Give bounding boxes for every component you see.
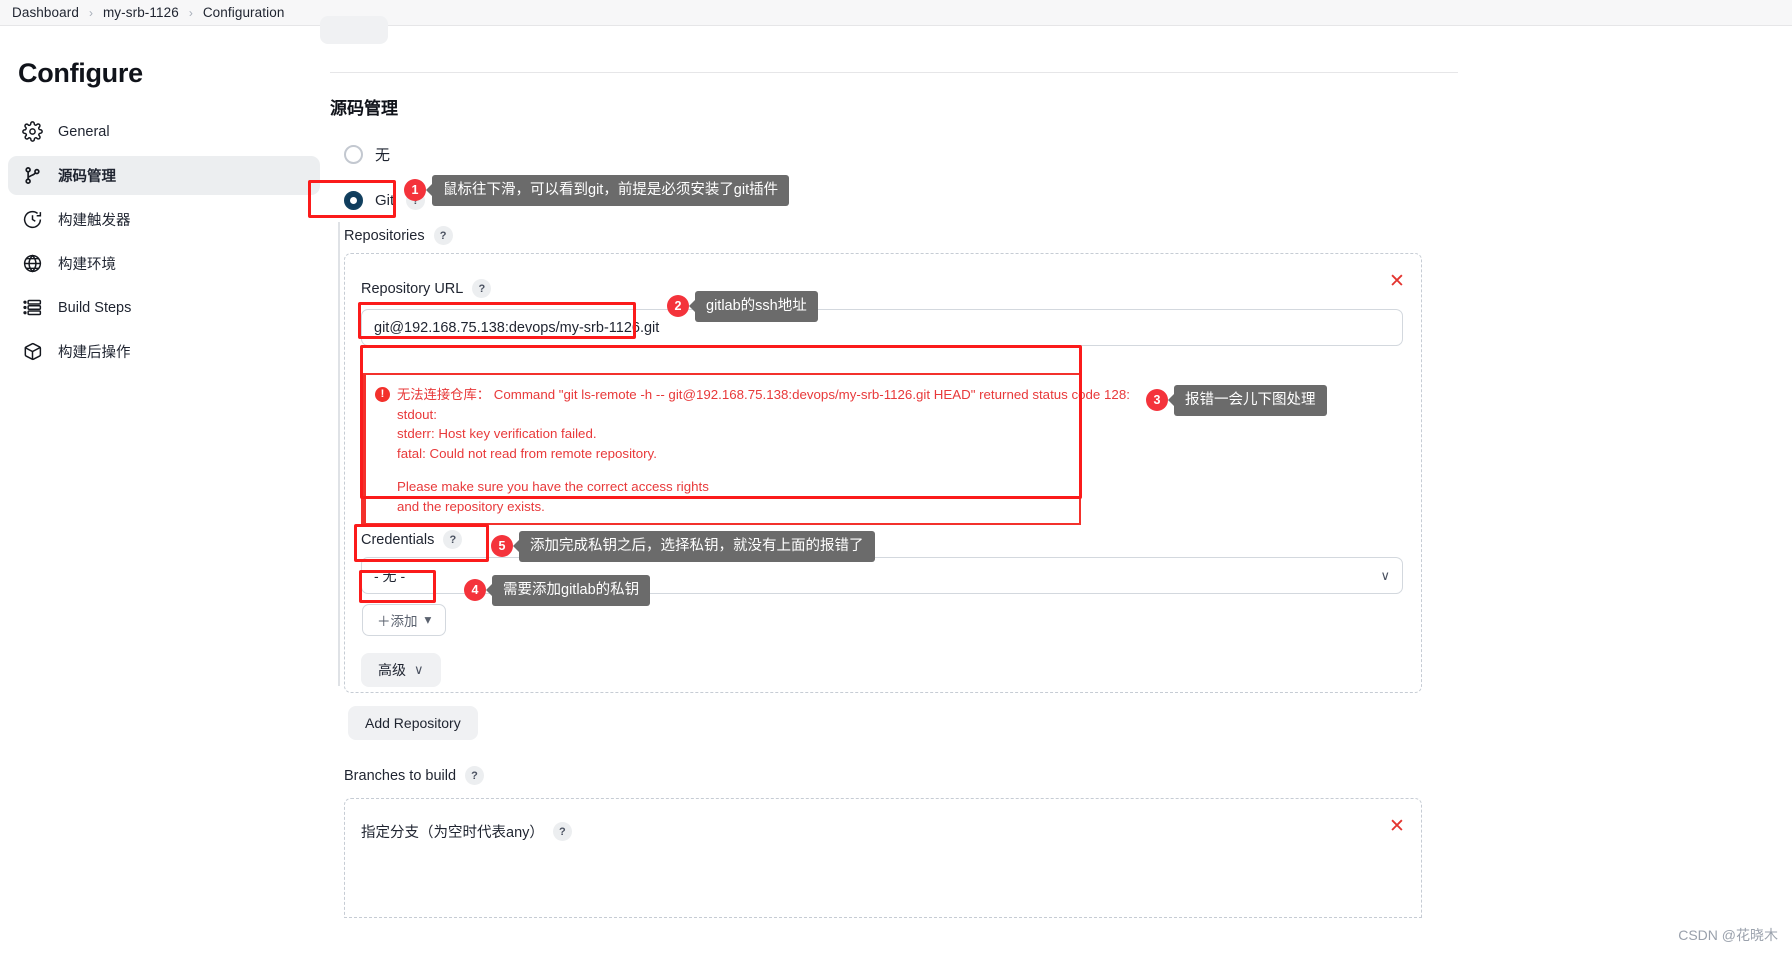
annotation-4: 4 需要添加gitlab的私钥 (464, 575, 651, 606)
add-credentials-label: ＋添加 (377, 614, 418, 629)
repository-error-box: ! 无法连接仓库： Command "git ls-remote -h -- g… (361, 373, 1130, 525)
branches-label-row: Branches to build ? (344, 766, 485, 785)
branch-spec-label: 指定分支（为空时代表any） (361, 825, 544, 841)
breadcrumb-item-dashboard[interactable]: Dashboard (12, 5, 79, 20)
remove-branch-icon[interactable]: ✕ (1387, 817, 1407, 837)
sidebar-item-label: General (58, 123, 110, 140)
breadcrumb: Dashboard › my-srb-1126 › Configuration (0, 0, 1792, 26)
add-repository-wrap: Add Repository (348, 706, 478, 740)
annotation-number: 2 (667, 295, 689, 318)
watermark: CSDN @花晓木 (1678, 927, 1778, 943)
caret-down-icon: ▾ (424, 612, 432, 627)
repository-url-field-wrap (361, 309, 1403, 346)
box-icon (22, 341, 43, 362)
sidebar-item-general[interactable]: General (8, 112, 320, 151)
annotation-text: gitlab的ssh地址 (695, 291, 818, 322)
error-line: fatal: Could not read from remote reposi… (397, 445, 657, 461)
page-title: Configure (18, 58, 143, 88)
branch-spec-label-row: 指定分支（为空时代表any） ? (361, 821, 572, 842)
repository-url-label: Repository URL (361, 280, 464, 297)
error-accent-bar (363, 375, 366, 523)
error-line: and the repository exists. (397, 498, 545, 514)
gear-icon (22, 121, 43, 142)
scm-section-title: 源码管理 (330, 99, 398, 118)
help-icon[interactable]: ? (552, 822, 572, 841)
sidebar-item-label: 源码管理 (58, 169, 116, 185)
sidebar-item-build-environment[interactable]: 构建环境 (8, 244, 320, 283)
radio-none[interactable] (344, 145, 363, 164)
help-icon[interactable]: ? (465, 766, 485, 785)
annotation-number: 5 (491, 535, 513, 558)
error-line: stdout: (397, 406, 437, 422)
breadcrumb-item-job[interactable]: my-srb-1126 (103, 5, 179, 20)
clock-icon (22, 209, 43, 230)
branch-panel: ✕ 指定分支（为空时代表any） ? (344, 798, 1422, 918)
add-credentials-button[interactable]: ＋添加 ▾ (362, 604, 447, 636)
sidebar-item-scm[interactable]: 源码管理 (8, 156, 320, 195)
error-spacer (375, 463, 1071, 477)
error-line: Please make sure you have the correct ac… (397, 479, 709, 494)
add-credentials-wrap: ＋添加 ▾ (362, 604, 447, 636)
annotation-5: 5 添加完成私钥之后，选择私钥，就没有上面的报错了 (491, 531, 875, 562)
sidebar-item-build-steps[interactable]: Build Steps (8, 288, 320, 327)
sidebar: Configure General 源码管理 构建触发器 构建环境 Build … (0, 26, 330, 953)
section-divider (330, 72, 1458, 73)
sidebar-item-label: 构建环境 (58, 257, 116, 273)
annotation-number: 4 (464, 579, 486, 602)
help-icon[interactable]: ? (433, 226, 453, 245)
repository-url-label-row: Repository URL ? (361, 279, 492, 298)
credentials-label-row: Credentials ? (361, 530, 463, 549)
branches-to-build-label: Branches to build (344, 767, 457, 784)
advanced-wrap: 高级 ∨ (361, 653, 441, 687)
credentials-label: Credentials (361, 531, 435, 548)
globe-icon (22, 253, 43, 274)
chevron-down-icon: ∨ (1380, 567, 1390, 583)
sidebar-item-label: 构建后操作 (58, 345, 131, 361)
error-line-1-row: ! 无法连接仓库： Command "git ls-remote -h -- g… (375, 385, 1130, 405)
sidebar-nav: General 源码管理 构建触发器 构建环境 Build Steps 构建后操… (8, 112, 320, 376)
annotation-text: 鼠标往下滑，可以看到git，前提是必须安装了git插件 (432, 175, 790, 206)
repository-url-input[interactable] (361, 309, 1403, 346)
error-icon: ! (375, 387, 390, 402)
scrolled-content-chip (320, 16, 388, 44)
page-root: Dashboard › my-srb-1126 › Configuration … (0, 0, 1792, 953)
remove-repository-icon[interactable]: ✕ (1387, 272, 1407, 292)
sidebar-item-label: Build Steps (58, 299, 132, 316)
scm-option-none[interactable]: 无 (344, 144, 390, 165)
repositories-label-row: Repositories ? (344, 226, 453, 245)
error-line: 无法连接仓库： Command "git ls-remote -h -- git… (397, 387, 1130, 402)
breadcrumb-item-configuration[interactable]: Configuration (203, 5, 285, 20)
annotation-text: 报错一会儿下图处理 (1174, 385, 1327, 416)
scm-option-label: Git (375, 192, 395, 209)
breadcrumb-separator: › (88, 5, 93, 20)
advanced-label: 高级 (378, 662, 406, 678)
annotation-text: 需要添加gitlab的私钥 (492, 575, 651, 606)
list-icon (22, 297, 43, 318)
breadcrumb-separator: › (188, 5, 193, 20)
radio-git[interactable] (344, 191, 363, 210)
annotation-text: 添加完成私钥之后，选择私钥，就没有上面的报错了 (519, 531, 875, 562)
annotation-number: 1 (404, 179, 426, 202)
annotation-3: 3 报错一会儿下图处理 (1146, 385, 1327, 416)
help-icon[interactable]: ? (443, 530, 463, 549)
advanced-button[interactable]: 高级 ∨ (361, 653, 441, 687)
annotation-1: 1 鼠标往下滑，可以看到git，前提是必须安装了git插件 (404, 175, 790, 206)
credentials-selected-value: - 无 - (374, 567, 406, 584)
scm-option-label: 无 (375, 147, 391, 164)
repositories-label: Repositories (344, 227, 425, 244)
chevron-down-icon: ∨ (414, 662, 424, 677)
help-icon[interactable]: ? (472, 279, 492, 298)
add-repository-button[interactable]: Add Repository (348, 706, 478, 740)
annotation-2: 2 gitlab的ssh地址 (667, 291, 818, 322)
sidebar-item-build-triggers[interactable]: 构建触发器 (8, 200, 320, 239)
error-line: stderr: Host key verification failed. (397, 426, 597, 441)
sidebar-item-label: 构建触发器 (58, 213, 131, 229)
section-indent-rail (338, 222, 340, 686)
branch-icon (22, 165, 43, 186)
main-content: 源码管理 无 Git ? Repositories ? ✕ Repository… (320, 16, 1792, 953)
sidebar-item-post-build[interactable]: 构建后操作 (8, 332, 320, 371)
repository-panel: ✕ Repository URL ? ! 无法连接仓库： Command "gi… (344, 253, 1422, 693)
annotation-number: 3 (1146, 389, 1168, 412)
